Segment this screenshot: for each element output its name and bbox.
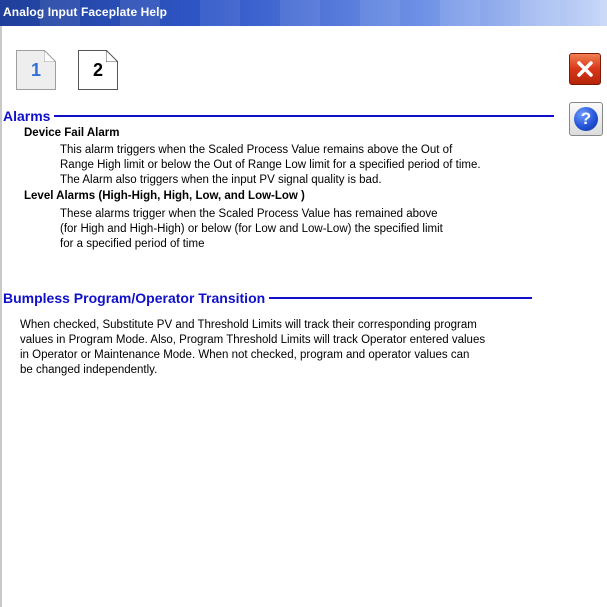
bumpless-section-title: Bumpless Program/Operator Transition [3,290,266,306]
alarms-section-heading: Alarms [3,108,555,124]
page-tab-2-label: 2 [92,59,103,80]
page-tab-1-label: 1 [30,59,41,80]
device-fail-alarm-heading: Device Fail Alarm [24,127,120,139]
close-button[interactable] [569,53,601,85]
window-title: Analog Input Faceplate Help [3,5,168,19]
page-tab-2-fold-icon [106,50,118,62]
bumpless-section-text: When checked, Substitute PV and Threshol… [20,319,486,376]
device-fail-alarm-text: This alarm triggers when the Scaled Proc… [60,144,481,186]
help-icon-label: ? [580,109,592,128]
bumpless-section-rule [269,297,533,299]
alarms-section-rule [54,115,555,117]
help-window: Analog Input Faceplate Help 1 2 ? Alarms… [0,0,607,607]
close-icon [577,61,593,77]
help-button[interactable]: ? [569,102,603,136]
window-left-border [0,26,2,607]
help-icon: ? [574,107,598,131]
level-alarms-text: These alarms trigger when the Scaled Pro… [60,208,443,250]
level-alarms-heading: Level Alarms (High-High, High, Low, and … [24,190,305,202]
page-tab-1-fold-icon [44,50,56,62]
alarms-section-title: Alarms [3,108,51,124]
title-bar[interactable]: Analog Input Faceplate Help [0,0,607,26]
bumpless-section-heading: Bumpless Program/Operator Transition [3,290,533,306]
